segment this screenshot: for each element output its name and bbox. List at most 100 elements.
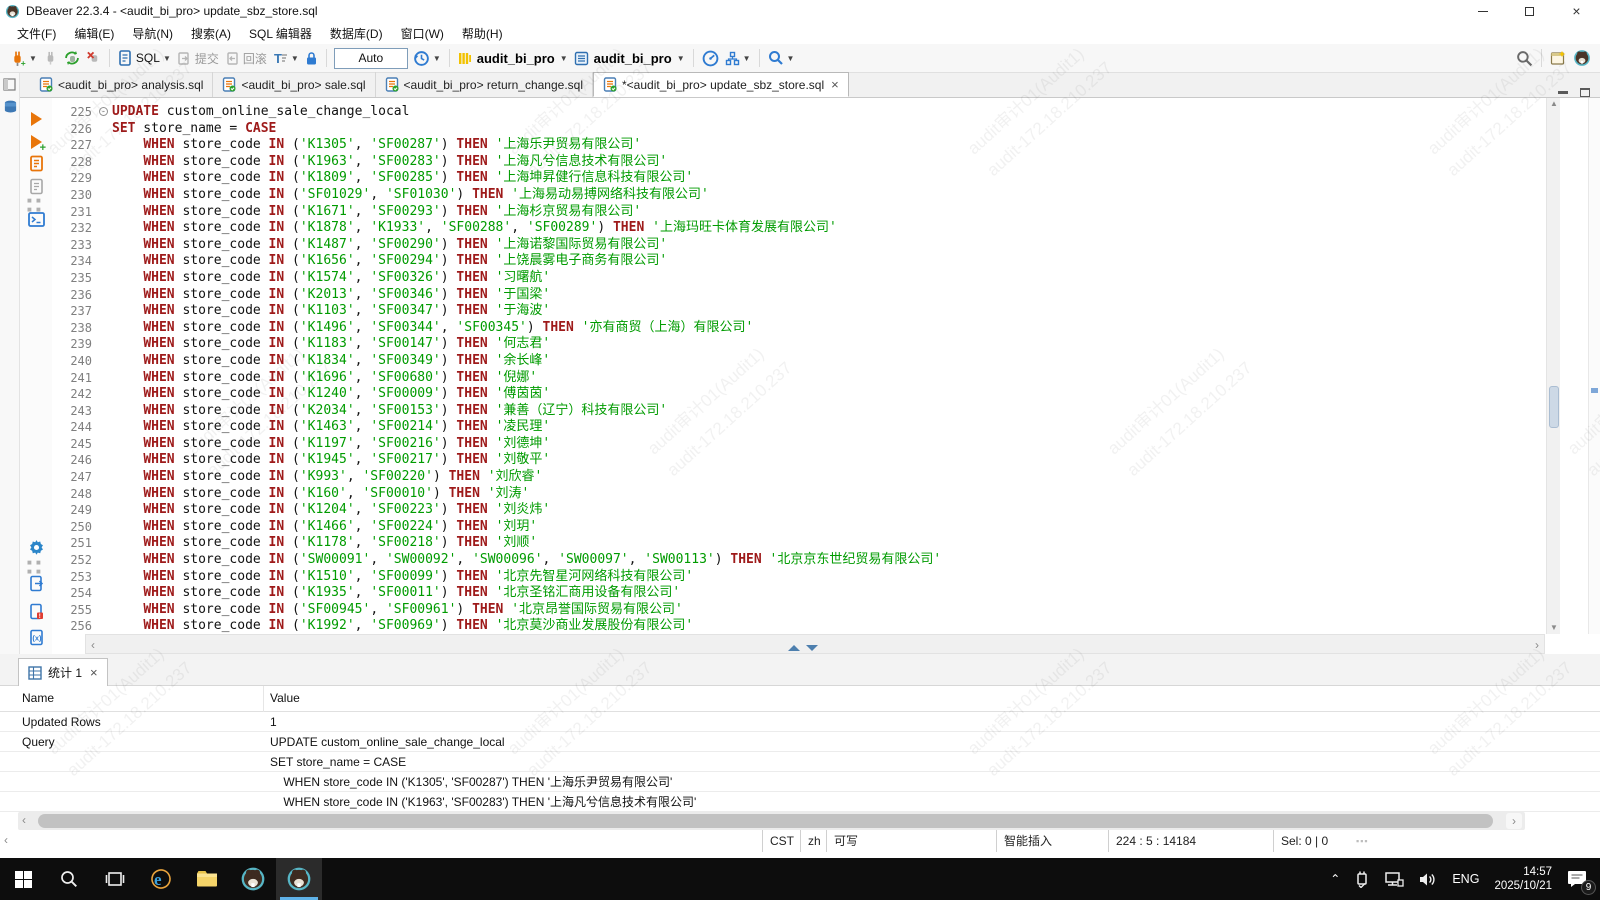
code-line[interactable]: 249 WHEN store_code IN ('K1204', 'SF0022… — [52, 502, 1600, 519]
code-line[interactable]: 239 WHEN store_code IN ('K1183', 'SF0014… — [52, 336, 1600, 353]
horizontal-scroll-thumb[interactable] — [38, 814, 1493, 828]
code-line[interactable]: 234 WHEN store_code IN ('K1656', 'SF0029… — [52, 253, 1600, 270]
code-line[interactable]: 241 WHEN store_code IN ('K1696', 'SF0068… — [52, 370, 1600, 387]
code-line[interactable]: 254 WHEN store_code IN ('K1935', 'SF0001… — [52, 585, 1600, 602]
network-tray-icon[interactable] — [1377, 858, 1411, 900]
sql-editor-button[interactable]: SQL ▼ — [115, 46, 174, 70]
autocommit-select[interactable]: Auto — [334, 48, 408, 69]
execute-new-tab-button[interactable]: + — [27, 133, 45, 151]
status-language[interactable]: zh — [800, 830, 826, 852]
code-line[interactable]: 231 WHEN store_code IN ('K1671', 'SF0029… — [52, 204, 1600, 221]
open-sql-console-button[interactable] — [27, 210, 45, 228]
stats-row-2[interactable]: SET store_name = CASE — [0, 752, 1600, 772]
database-navigator-icon[interactable] — [3, 99, 18, 118]
execute-script-button[interactable] — [27, 154, 45, 172]
statistics-tab[interactable]: 统计 1 × — [18, 658, 108, 686]
scroll-right-icon[interactable]: › — [1506, 813, 1522, 829]
stats-row-3[interactable]: WHEN store_code IN ('K1305', 'SF00287') … — [0, 772, 1600, 792]
reconnect-button[interactable] — [61, 46, 83, 70]
connection-selector[interactable]: audit_bi_pro ▼ — [455, 46, 571, 70]
sql-code-editor[interactable]: 225-UPDATE custom_online_sale_change_loc… — [52, 98, 1600, 634]
code-line[interactable]: 247 WHEN store_code IN ('K993', 'SF00220… — [52, 469, 1600, 486]
menu-item-6[interactable]: 窗口(W) — [392, 22, 453, 45]
code-line[interactable]: 238 WHEN store_code IN ('K1496', 'SF0034… — [52, 320, 1600, 337]
column-header-name[interactable]: Name — [22, 691, 54, 705]
maximize-view-icon[interactable] — [1580, 88, 1590, 97]
tab-close-icon[interactable]: × — [90, 665, 98, 680]
maximize-button[interactable] — [1506, 0, 1553, 22]
scroll-left-icon[interactable]: ‹ — [22, 813, 26, 827]
sash-maximize-icon[interactable] — [788, 645, 800, 651]
panel-sash[interactable] — [0, 641, 1600, 654]
usb-tray-icon[interactable] — [1347, 858, 1377, 900]
fold-collapse-icon[interactable]: - — [99, 107, 108, 116]
code-line[interactable]: 244 WHEN store_code IN ('K1463', 'SF0021… — [52, 419, 1600, 436]
start-button[interactable] — [0, 858, 46, 900]
code-line[interactable]: 248 WHEN store_code IN ('K160', 'SF00010… — [52, 486, 1600, 503]
code-line[interactable]: 228 WHEN store_code IN ('K1963', 'SF0028… — [52, 154, 1600, 171]
dbeaver-perspective-button[interactable] — [1570, 46, 1594, 70]
minimize-view-icon[interactable] — [1558, 91, 1568, 94]
show-problems-button[interactable]: ! — [27, 602, 45, 620]
code-line[interactable]: 246 WHEN store_code IN ('K1945', 'SF0021… — [52, 452, 1600, 469]
code-line[interactable]: 240 WHEN store_code IN ('K1834', 'SF0034… — [52, 353, 1600, 370]
export-result-button[interactable] — [27, 574, 45, 592]
editor-tab-2[interactable]: <audit_bi_pro> return_change.sql — [376, 72, 593, 97]
menu-item-3[interactable]: 搜索(A) — [182, 22, 240, 45]
editor-tab-1[interactable]: <audit_bi_pro> sale.sql — [213, 72, 375, 97]
menu-item-1[interactable]: 编辑(E) — [65, 22, 123, 45]
status-selection[interactable]: Sel: 0 | 0 — [1273, 830, 1346, 852]
taskbar-clock[interactable]: 14:57 2025/10/21 — [1486, 865, 1560, 893]
code-line[interactable]: 226SET store_name = CASE — [52, 121, 1600, 138]
code-line[interactable]: 227 WHEN store_code IN ('K1305', 'SF0028… — [52, 137, 1600, 154]
rollback-button[interactable]: 回滚 — [222, 46, 270, 70]
code-line[interactable]: 236 WHEN store_code IN ('K2013', 'SF0034… — [52, 287, 1600, 304]
close-button[interactable]: × — [1553, 0, 1600, 22]
code-line[interactable]: 253 WHEN store_code IN ('K1510', 'SF0009… — [52, 569, 1600, 586]
stats-horizontal-scrollbar[interactable]: ‹ › — [18, 812, 1525, 830]
scroll-down-icon[interactable]: ▼ — [1547, 622, 1561, 634]
sash-minimize-icon[interactable] — [806, 645, 818, 651]
connect-button[interactable] — [40, 46, 61, 70]
tray-expand-icon[interactable]: ⌃ — [1323, 858, 1347, 900]
code-line[interactable]: 235 WHEN store_code IN ('K1574', 'SF0032… — [52, 270, 1600, 287]
menu-item-2[interactable]: 导航(N) — [123, 22, 182, 45]
vertical-scroll-thumb[interactable] — [1549, 386, 1559, 428]
open-perspective-button[interactable] — [1547, 46, 1570, 70]
editor-tab-0[interactable]: <audit_bi_pro> analysis.sql — [30, 72, 213, 97]
column-header-value[interactable]: Value — [270, 691, 300, 705]
scroll-up-icon[interactable]: ▲ — [1547, 98, 1561, 110]
execute-statement-button[interactable] — [27, 110, 45, 128]
stats-row-4[interactable]: WHEN store_code IN ('K1963', 'SF00283') … — [0, 792, 1600, 812]
menu-item-5[interactable]: 数据库(D) — [321, 22, 392, 45]
menu-item-7[interactable]: 帮助(H) — [453, 22, 512, 45]
transaction-log-button[interactable]: T ▼ — [270, 46, 302, 70]
dbeaver-taskbar-button-active[interactable] — [276, 858, 322, 900]
search-button[interactable]: ▼ — [765, 46, 798, 70]
restore-panel-icon[interactable] — [3, 78, 16, 94]
commit-button[interactable]: 提交 — [174, 46, 222, 70]
editor-tab-3[interactable]: *<audit_bi_pro> update_sbz_store.sql× — [593, 72, 849, 97]
code-line[interactable]: 237 WHEN store_code IN ('K1103', 'SF0034… — [52, 303, 1600, 320]
code-line[interactable]: 233 WHEN store_code IN ('K1487', 'SF0029… — [52, 237, 1600, 254]
editor-settings-button[interactable] — [27, 538, 45, 556]
dbeaver-taskbar-button[interactable] — [230, 858, 276, 900]
code-line[interactable]: 251 WHEN store_code IN ('K1178', 'SF0021… — [52, 535, 1600, 552]
editor-vertical-scrollbar[interactable]: ▲ ▼ — [1546, 98, 1560, 634]
menu-item-4[interactable]: SQL 编辑器 — [240, 22, 321, 45]
code-line[interactable]: 250 WHEN store_code IN ('K1466', 'SF0022… — [52, 519, 1600, 536]
code-line[interactable]: 256 WHEN store_code IN ('K1992', 'SF0096… — [52, 618, 1600, 634]
file-explorer-button[interactable] — [184, 858, 230, 900]
input-language-indicator[interactable]: ENG — [1445, 858, 1486, 900]
database-selector[interactable]: audit_bi_pro ▼ — [571, 46, 688, 70]
lock-button[interactable] — [302, 46, 321, 70]
code-line[interactable]: 252 WHEN store_code IN ('SW00091', 'SW00… — [52, 552, 1600, 569]
code-line[interactable]: 255 WHEN store_code IN ('SF00945', 'SF00… — [52, 602, 1600, 619]
status-caret-position[interactable]: 224 : 5 : 14184 — [1108, 830, 1273, 852]
data-transfer-button[interactable]: ▼ — [722, 46, 754, 70]
menu-item-0[interactable]: 文件(F) — [8, 22, 65, 45]
code-line[interactable]: 230 WHEN store_code IN ('SF01029', 'SF01… — [52, 187, 1600, 204]
code-line[interactable]: 232 WHEN store_code IN ('K1878', 'K1933'… — [52, 220, 1600, 237]
dashboard-button[interactable] — [699, 46, 722, 70]
stats-row-0[interactable]: Updated Rows1 — [0, 712, 1600, 732]
